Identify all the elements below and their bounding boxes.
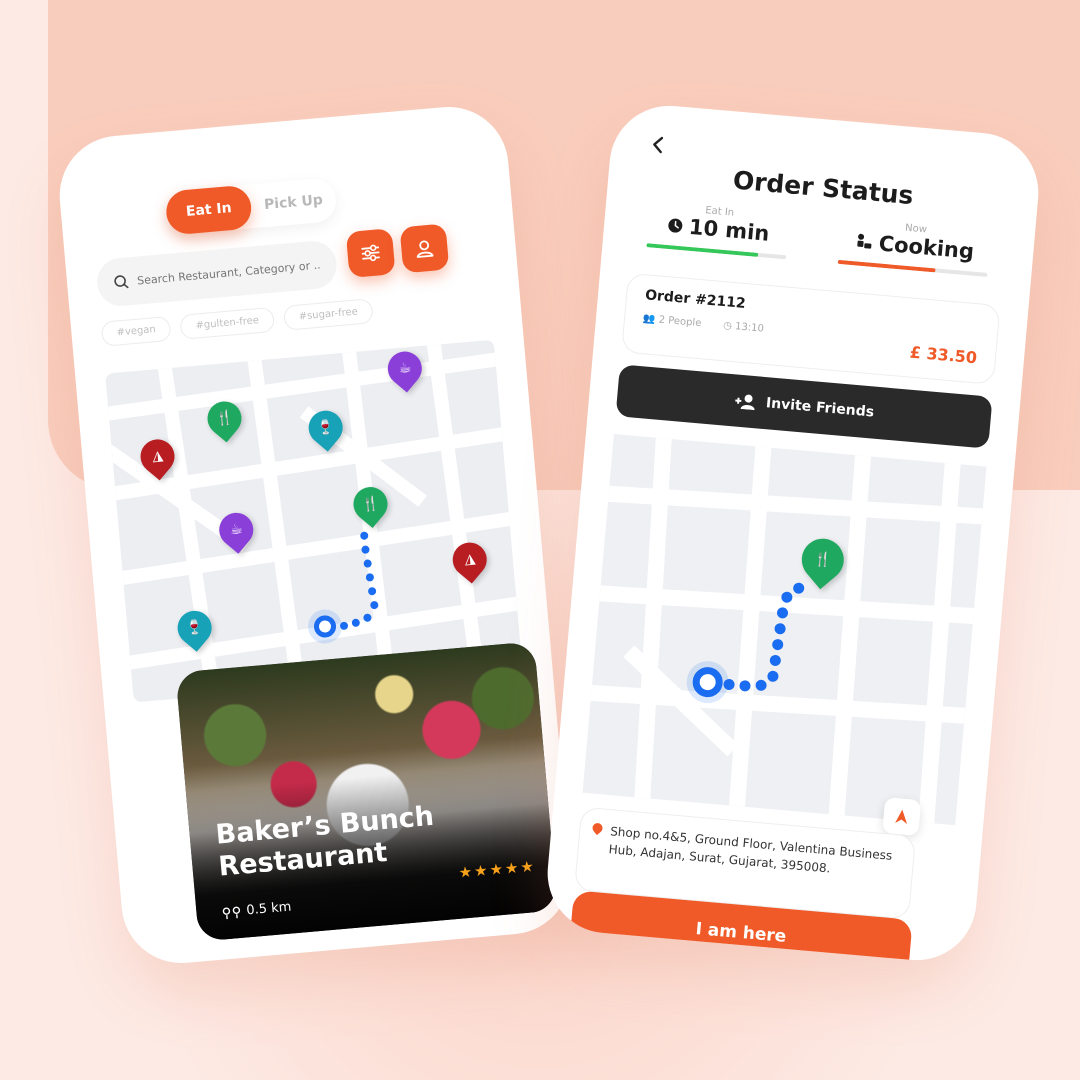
distance-icon (222, 906, 241, 919)
address-text: Shop no.4&5, Ground Floor, Valentina Bus… (608, 824, 893, 876)
order-time: ◷ 13:10 (723, 320, 765, 335)
search-input[interactable] (136, 257, 327, 288)
chevron-left-icon (653, 136, 664, 154)
navigation-arrow-icon (895, 809, 908, 825)
order-type-toggle[interactable]: Eat In Pick Up (164, 176, 338, 236)
order-number: Order #2112 (644, 287, 747, 312)
tag-chip[interactable]: #vegan (100, 315, 172, 347)
cutlery-icon: 🍴 (813, 550, 833, 569)
user-icon (416, 240, 434, 258)
profile-button[interactable] (399, 223, 450, 274)
eat-in-status: Eat In 10 min (646, 200, 790, 260)
pizza-icon: ◮ (151, 447, 164, 465)
tag-chip[interactable]: #sugar-free (282, 298, 374, 331)
wine-icon: 🍷 (316, 418, 336, 437)
location-pin-icon (590, 821, 605, 836)
restaurant-finder-screen: Eat In Pick Up #vegan #gulten-free #suga… (54, 101, 576, 969)
search-bar[interactable] (95, 239, 339, 308)
search-icon (114, 275, 129, 289)
now-status: Now Cooking (837, 217, 992, 277)
coffee-icon: ☕ (397, 360, 412, 378)
order-meta: 👥 2 People ◷ 13:10 (643, 313, 765, 335)
cutlery-icon: 🍴 (361, 495, 380, 513)
wine-icon: 🍷 (185, 619, 205, 637)
pizza-icon: ◮ (463, 551, 476, 569)
order-status-screen: Order Status Eat In 10 min Now Cooking O… (542, 100, 1044, 966)
clock-icon (668, 218, 683, 233)
people-icon: 👥 (642, 313, 656, 326)
tag-chip[interactable]: #gulten-free (179, 306, 275, 340)
clock-icon: ◷ (722, 320, 733, 332)
back-button[interactable] (650, 134, 666, 161)
people-count: 👥 2 People (643, 313, 702, 329)
sliders-icon (361, 244, 380, 262)
tag-list: #vegan #gulten-free #sugar-free (100, 298, 374, 347)
coffee-icon: ☕ (229, 521, 244, 539)
time-value: 13:10 (734, 321, 765, 335)
filter-button[interactable] (345, 228, 396, 278)
navigate-button[interactable] (882, 797, 922, 837)
people-value: 2 People (658, 314, 702, 330)
order-summary[interactable]: Order #2112 👥 2 People ◷ 13:10 £ 33.50 (621, 272, 1001, 385)
order-price: £ 33.50 (909, 342, 978, 368)
cutlery-icon: 🍴 (215, 409, 234, 428)
eat-in-tab[interactable]: Eat In (164, 184, 254, 236)
delivery-map[interactable]: 🍴 (582, 434, 987, 826)
add-user-icon (735, 394, 755, 411)
invite-label: Invite Friends (765, 395, 875, 421)
chef-icon (857, 233, 872, 249)
pick-up-tab[interactable]: Pick Up (249, 177, 338, 228)
restaurant-card[interactable]: Baker’s Bunch Restaurant ★★★★★ 0.5 km (175, 641, 558, 942)
